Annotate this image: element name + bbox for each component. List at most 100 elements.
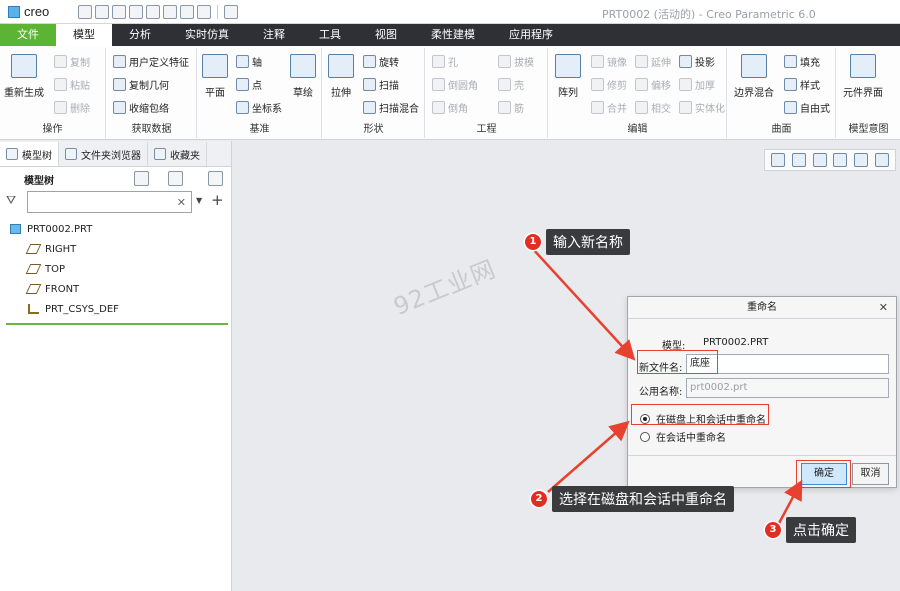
trim-button[interactable]: 修剪 [591,77,627,92]
view-manager-icon[interactable] [853,153,868,167]
thicken-button[interactable]: 加厚 [679,77,715,92]
redo-icon[interactable] [146,4,160,19]
close-window-icon[interactable] [197,4,211,19]
group-label-editing[interactable]: 编辑 [549,120,726,135]
group-label-datum[interactable]: 基准 [198,120,321,135]
tree-settings-icon[interactable] [134,171,149,186]
close-icon[interactable]: ✕ [879,297,888,319]
csys-icon [28,304,39,314]
shrinkwrap-button[interactable]: 收缩包络 [113,100,169,115]
tree-filter-display-icon[interactable] [208,171,223,186]
offset-button[interactable]: 偏移 [635,77,671,92]
zoom-out-icon[interactable] [812,153,827,167]
save-icon[interactable] [112,4,126,19]
draft-button[interactable]: 拔模 [498,54,534,69]
customize-qa-icon[interactable] [224,4,238,19]
regenerate-icon [11,54,37,78]
tab-file[interactable]: 文件 [0,24,56,46]
freestyle-icon [784,101,797,114]
view-toolbar [764,149,896,171]
tab-folder-browser[interactable]: 文件夹浏览器 [59,142,148,166]
revolve-button[interactable]: 旋转 [363,54,399,69]
intersect-button[interactable]: 相交 [635,100,671,115]
filter-icon[interactable]: ⛛ [6,193,16,208]
freestyle-button[interactable]: 自由式 [784,100,830,115]
radio-rename-session[interactable]: 在会话中重命名 [640,429,726,444]
tab-model[interactable]: 模型 [56,24,112,46]
style-button[interactable]: 样式 [784,77,820,92]
tree-columns-icon[interactable] [168,171,183,186]
tree-node-part[interactable]: PRT0002.PRT [0,219,232,239]
merge-button[interactable]: 合并 [591,100,627,115]
copy-button[interactable]: 复制 [54,54,90,69]
highlight-new-name [637,350,718,374]
refit-icon[interactable] [771,153,786,167]
add-icon[interactable]: + [211,191,224,209]
round-button[interactable]: 倒圆角 [432,77,478,92]
delete-button[interactable]: 删除 [54,100,90,115]
extend-button[interactable]: 延伸 [635,54,671,69]
windows-icon[interactable] [180,4,194,19]
group-label-model-intent[interactable]: 模型意图 [837,120,900,135]
group-label-engineering[interactable]: 工程 [426,120,547,135]
mirror-button[interactable]: 镜像 [591,54,627,69]
axis-icon [236,55,249,68]
hole-button[interactable]: 孔 [432,54,458,69]
tree-node-front[interactable]: FRONT [0,279,232,299]
csys-button[interactable]: 坐标系 [236,100,282,115]
shell-button[interactable]: 壳 [498,77,524,92]
tab-view[interactable]: 视图 [358,24,414,46]
tree-search-input[interactable]: ✕ [27,191,192,213]
group-label-surfaces[interactable]: 曲面 [728,120,835,135]
display-style-icon[interactable] [874,153,889,167]
repaint-icon[interactable] [833,153,848,167]
project-button[interactable]: 投影 [679,54,715,69]
group-label-shapes[interactable]: 形状 [323,120,424,135]
udf-button[interactable]: 用户定义特征 [113,54,189,69]
boundary-blend-button[interactable]: 边界混合 [734,54,774,99]
regenerate-button[interactable]: 重新生成 [4,54,44,99]
solidify-button[interactable]: 实体化 [679,100,725,115]
paste-button[interactable]: 粘贴 [54,77,90,92]
tab-model-tree[interactable]: 模型树 [0,142,59,166]
cancel-button[interactable]: 取消 [852,463,889,485]
new-file-icon[interactable] [78,4,92,19]
rib-icon [498,101,511,114]
tab-applications[interactable]: 应用程序 [492,24,570,46]
group-label-operations[interactable]: 操作 [0,120,105,135]
insert-here-marker[interactable] [6,323,228,325]
zoom-in-icon[interactable] [791,153,806,167]
fill-button[interactable]: 填充 [784,54,820,69]
tab-analysis[interactable]: 分析 [112,24,168,46]
chevron-down-icon[interactable]: ▼ [196,196,202,205]
tab-favorites[interactable]: 收藏夹 [148,142,207,166]
tab-live-simulation[interactable]: 实时仿真 [168,24,246,46]
rib-button[interactable]: 筋 [498,100,524,115]
plane-button[interactable]: 平面 [202,54,228,99]
tree-node-csys[interactable]: PRT_CSYS_DEF [0,299,232,319]
open-file-icon[interactable] [95,4,109,19]
sweep-button[interactable]: 扫描 [363,77,399,92]
tree-node-right[interactable]: RIGHT [0,239,232,259]
copy-geometry-button[interactable]: 复制几何 [113,77,169,92]
clear-search-icon[interactable]: ✕ [177,196,186,209]
component-interface-button[interactable]: 元件界面 [843,54,883,99]
pattern-button[interactable]: 阵列 [555,54,581,99]
chamfer-button[interactable]: 倒角 [432,100,468,115]
swept-blend-button[interactable]: 扫描混合 [363,100,419,115]
sketch-button[interactable]: 草绘 [290,54,316,99]
boundary-blend-icon [741,54,767,78]
point-button[interactable]: 点 [236,77,262,92]
tab-annotate[interactable]: 注释 [246,24,302,46]
extrude-button[interactable]: 拉伸 [328,54,354,99]
merge-icon [591,101,604,114]
step-number: 1 [525,234,541,250]
undo-icon[interactable] [129,4,143,19]
common-name-input[interactable]: prt0002.prt [686,378,889,398]
group-label-get-data[interactable]: 获取数据 [107,120,196,135]
axis-button[interactable]: 轴 [236,54,262,69]
tree-node-top[interactable]: TOP [0,259,232,279]
regenerate-icon[interactable] [163,4,177,19]
tab-tools[interactable]: 工具 [302,24,358,46]
tab-flexible-modeling[interactable]: 柔性建模 [414,24,492,46]
